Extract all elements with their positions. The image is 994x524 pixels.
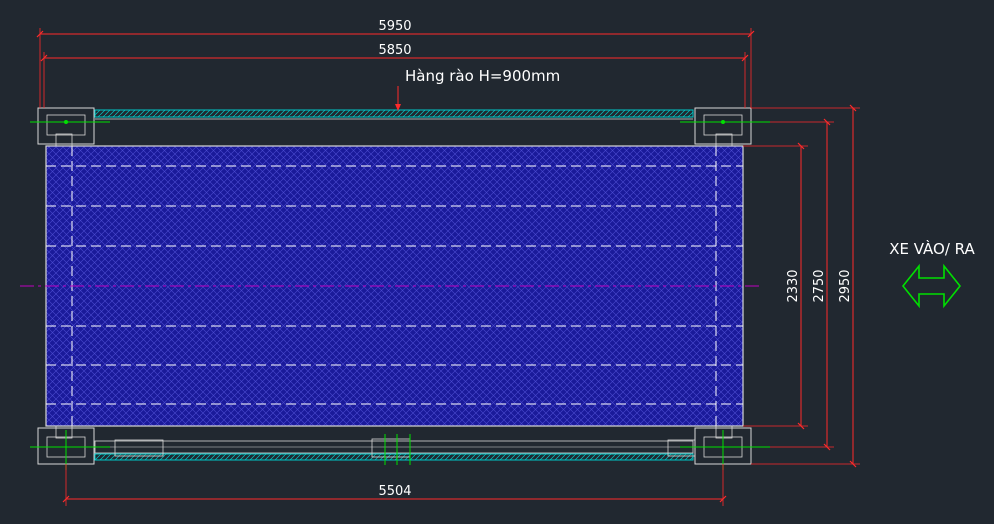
corner-post-bottom-right <box>680 425 770 470</box>
fence-note-label: Hàng rào H=900mm <box>405 67 560 85</box>
platform-deck <box>20 145 760 427</box>
fence-note: Hàng rào H=900mm <box>395 67 560 111</box>
dimension-overall-width: 5950 <box>36 19 755 108</box>
dimension-bottom-width: 5504 <box>62 464 727 506</box>
dim-label-overall-width: 5950 <box>378 19 411 34</box>
top-fence <box>94 109 694 120</box>
corner-post-bottom-left <box>30 425 110 470</box>
bottom-fence <box>40 434 760 465</box>
vehicle-direction-label: XE VÀO/ RA <box>889 239 975 258</box>
dim-label-inner-width: 5850 <box>378 43 411 58</box>
double-arrow-icon <box>901 263 962 309</box>
dimension-height-outer: 2950 <box>751 104 860 468</box>
dim-label-height-inner: 2330 <box>786 269 801 302</box>
dimension-inner-width: 5850 <box>40 43 749 108</box>
dimension-height-mid: 2750 <box>770 118 834 451</box>
parking-platform-drawing: 5950 5850 Hàng rào H=900mm 2330 2750 295… <box>20 19 975 506</box>
dim-label-bottom-width: 5504 <box>378 484 411 499</box>
vehicle-direction: XE VÀO/ RA <box>889 239 975 309</box>
dim-label-height-mid: 2750 <box>812 269 827 302</box>
dim-label-height-outer: 2950 <box>838 269 853 302</box>
